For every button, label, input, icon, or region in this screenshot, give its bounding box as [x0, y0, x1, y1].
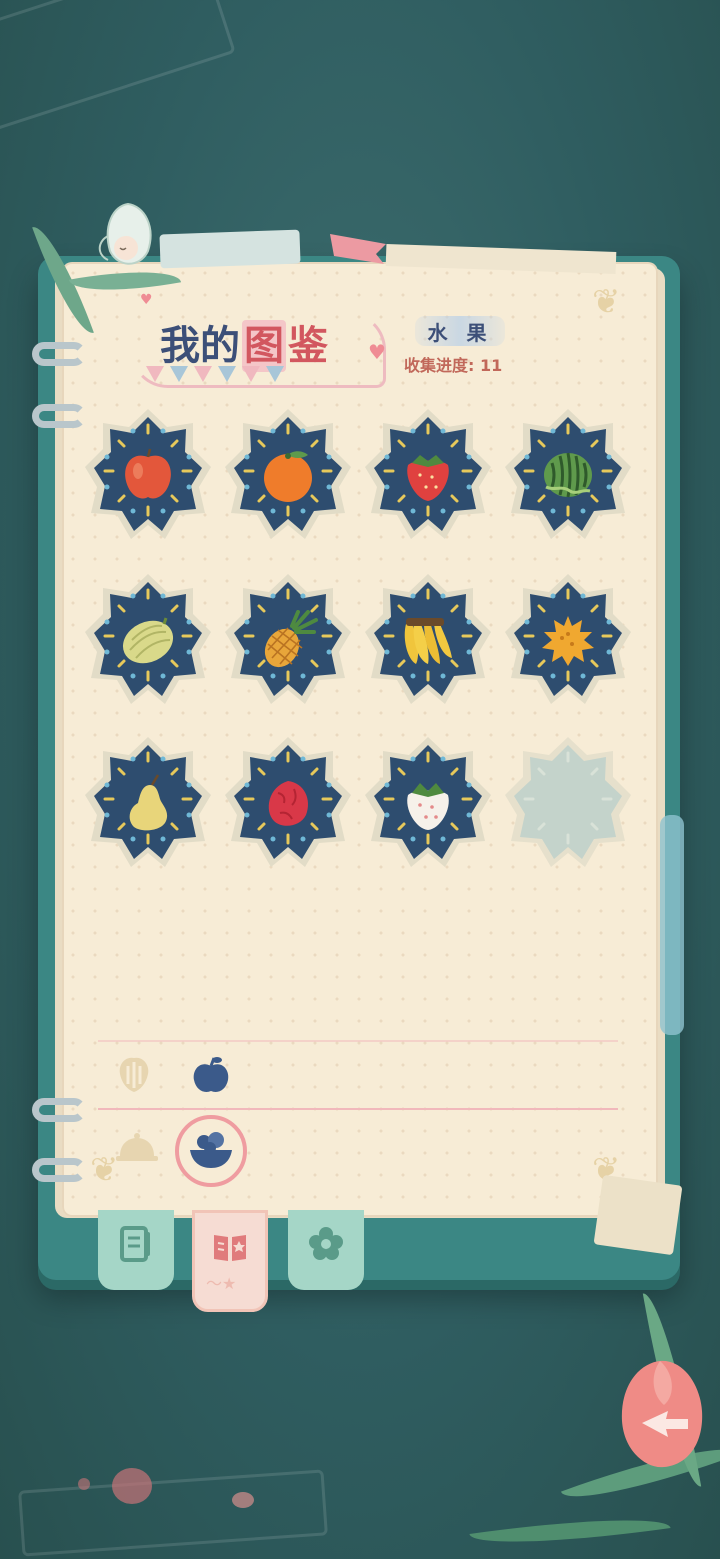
flower-category-icon[interactable]	[114, 1054, 154, 1096]
tab-flower[interactable]	[288, 1210, 364, 1290]
fruit-slot-strawberry[interactable]	[361, 405, 495, 545]
collection-book-icon	[214, 1235, 246, 1261]
flag	[242, 366, 260, 382]
nav-separator	[98, 1040, 618, 1042]
paper-scrap	[593, 1174, 683, 1256]
flower-icon	[309, 1227, 343, 1260]
fruit-slot-banana[interactable]	[361, 570, 495, 710]
empty-badge-icon	[503, 735, 633, 869]
fruit-slot-horned-melon[interactable]	[501, 570, 635, 710]
heart-icon: ♥	[368, 340, 386, 364]
tab-collection-flourish: 〜★	[206, 1274, 237, 1293]
binder-ring	[32, 1158, 86, 1182]
bg-frame-line	[18, 1469, 328, 1557]
fruit-slot-orange[interactable]	[221, 405, 355, 545]
binder-ring	[32, 404, 86, 428]
tulip-character-icon	[98, 202, 152, 265]
white-strawberry-icon	[407, 783, 449, 830]
strawberry-icon	[407, 455, 449, 501]
corner-ornament: ❦	[592, 282, 621, 322]
flag	[146, 366, 164, 382]
fruit-slot-pear[interactable]	[81, 733, 215, 873]
watermelon-icon	[544, 452, 592, 498]
page-title-part2: 图	[242, 320, 286, 372]
fruit-slot-pitaya[interactable]	[221, 733, 355, 873]
back-button[interactable]	[612, 1355, 708, 1475]
fruit-slot-white-strawberry[interactable]	[361, 733, 495, 873]
bg-frame-line	[0, 0, 236, 135]
flag	[194, 366, 212, 382]
heart-icon: ♥	[140, 292, 153, 308]
orange-icon	[264, 451, 312, 502]
pineapple-icon	[264, 610, 318, 668]
pitaya-icon	[268, 781, 308, 826]
journal-icon	[120, 1226, 150, 1262]
apple-icon	[125, 448, 171, 499]
collection-progress: 收集进度: 11	[404, 356, 503, 375]
banana-icon	[404, 618, 452, 664]
nav-separator	[98, 1108, 618, 1110]
paper-scrap	[159, 229, 301, 269]
flag	[170, 366, 188, 382]
fruit-slot-melon[interactable]	[81, 570, 215, 710]
lace-decoration	[660, 815, 684, 1035]
tab-journal[interactable]	[98, 1210, 174, 1290]
pear-icon	[129, 774, 168, 831]
binder-ring	[32, 1098, 86, 1122]
fruit-slot-empty[interactable]	[501, 733, 635, 873]
fruit-category-icon[interactable]	[190, 1054, 232, 1096]
bg-dot	[232, 1492, 254, 1508]
page-title-part1: 我的	[160, 323, 240, 369]
fruit-bowl-icon	[190, 1132, 232, 1168]
bg-dot	[112, 1468, 152, 1504]
pink-ribbon-icon	[330, 234, 386, 264]
page-title-part3: 鉴	[288, 323, 328, 369]
melon-icon	[122, 617, 174, 664]
category-label: 水 果	[415, 316, 505, 346]
dish-category-icon[interactable]	[114, 1132, 160, 1166]
flag	[266, 366, 284, 382]
tab-collection[interactable]	[192, 1210, 268, 1312]
fruit-slot-apple[interactable]	[81, 405, 215, 545]
flag	[218, 366, 236, 382]
binder-ring	[32, 342, 86, 366]
bunting-flags	[146, 366, 284, 382]
leaf-decoration	[469, 1506, 671, 1556]
fruit-slot-watermelon[interactable]	[501, 405, 635, 545]
bg-dot	[78, 1478, 90, 1490]
horned-melon-icon	[542, 616, 594, 666]
fruit-slot-pineapple[interactable]	[221, 570, 355, 710]
